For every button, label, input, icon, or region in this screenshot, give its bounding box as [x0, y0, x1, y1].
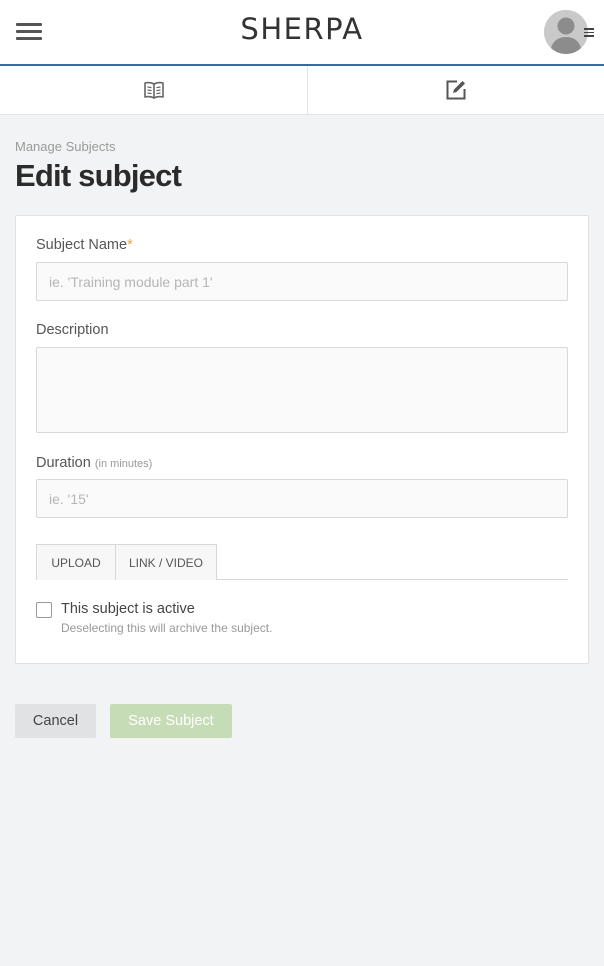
subject-name-input[interactable] — [36, 262, 568, 301]
subject-name-label-text: Subject Name — [36, 237, 128, 253]
tab-learn[interactable] — [0, 66, 308, 114]
tab-edit[interactable] — [308, 66, 604, 114]
brand-logo: SHERPA — [240, 12, 364, 46]
active-checkbox[interactable] — [36, 602, 52, 618]
user-menu-button[interactable] — [544, 10, 600, 54]
duration-input[interactable] — [36, 479, 568, 518]
required-marker: * — [127, 237, 133, 253]
hamburger-icon[interactable] — [16, 22, 42, 42]
list-icon — [584, 28, 594, 37]
subject-form-card: Subject Name* Description Duration (in m… — [15, 215, 589, 664]
description-label: Description — [36, 322, 109, 338]
edit-icon — [446, 80, 466, 100]
cancel-button[interactable]: Cancel — [15, 704, 96, 738]
save-subject-button[interactable]: Save Subject — [110, 704, 232, 738]
top-navbar: SHERPA — [0, 0, 604, 66]
active-checkbox-label[interactable]: This subject is active — [61, 601, 195, 617]
duration-hint: (in minutes) — [94, 458, 153, 470]
book-icon — [143, 81, 164, 99]
description-textarea[interactable] — [36, 347, 568, 433]
tab-upload[interactable]: UPLOAD — [36, 544, 116, 580]
duration-label-text: Duration — [36, 455, 91, 471]
subject-name-label: Subject Name* — [36, 237, 133, 253]
active-checkbox-help: Deselecting this will archive the subjec… — [61, 621, 273, 635]
breadcrumb[interactable]: Manage Subjects — [15, 139, 115, 154]
tab-link-video[interactable]: LINK / VIDEO — [115, 544, 217, 580]
section-tabbar — [0, 66, 604, 115]
media-tabs: UPLOAD LINK / VIDEO — [36, 544, 568, 580]
page-title: Edit subject — [15, 158, 182, 193]
user-avatar-icon — [544, 10, 588, 54]
duration-label: Duration (in minutes) — [36, 455, 152, 471]
